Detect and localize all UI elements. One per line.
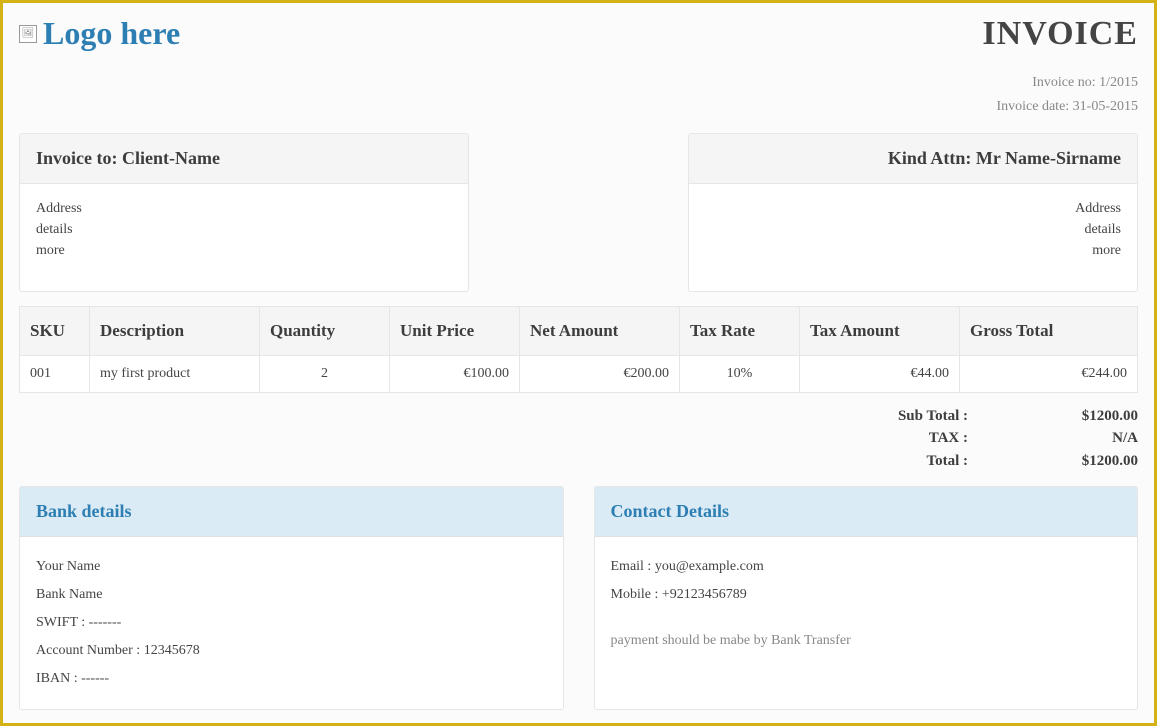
col-sku: SKU <box>20 306 90 355</box>
invoice-to-line: details <box>36 219 452 240</box>
tax-label: TAX : <box>848 427 968 450</box>
invoice-to-line: more <box>36 240 452 261</box>
contact-details-body: Email : you@example.com Mobile : +921234… <box>595 537 1138 671</box>
contact-email-line: Email : you@example.com <box>611 553 1122 581</box>
payment-note: payment should be mabe by Bank Transfer <box>611 627 1122 655</box>
bank-name-line: Your Name <box>36 553 547 581</box>
invoice-date: Invoice date: 31-05-2015 <box>19 95 1138 119</box>
cell-tax-amount: €44.00 <box>800 355 960 392</box>
invoice-to-line: Address <box>36 198 452 219</box>
header-row: 🖼 Logo here INVOICE <box>19 15 1138 53</box>
cell-sku: 001 <box>20 355 90 392</box>
kind-attn-card: Kind Attn: Mr Name-Sirname Address detai… <box>688 133 1138 292</box>
subtotal-value: $1200.00 <box>968 405 1138 428</box>
cell-gross-total: €244.00 <box>960 355 1138 392</box>
bank-institution-line: Bank Name <box>36 581 547 609</box>
invoice-title: INVOICE <box>982 15 1138 53</box>
cell-unit-price: €100.00 <box>390 355 520 392</box>
col-tax-amount: Tax Amount <box>800 306 960 355</box>
bank-details-card: Bank details Your Name Bank Name SWIFT :… <box>19 486 564 710</box>
kind-attn-body: Address details more <box>689 184 1137 291</box>
col-quantity: Quantity <box>260 306 390 355</box>
tax-value: N/A <box>968 427 1138 450</box>
logo-block: 🖼 Logo here <box>19 15 180 52</box>
totals-block: Sub Total : $1200.00 TAX : N/A Total : $… <box>19 405 1138 473</box>
kind-attn-line: more <box>705 240 1121 261</box>
invoice-meta: Invoice no: 1/2015 Invoice date: 31-05-2… <box>19 71 1138 119</box>
bank-swift-line: SWIFT : ------- <box>36 609 547 637</box>
bank-details-header: Bank details <box>20 487 563 537</box>
bank-iban-line: IBAN : ------ <box>36 665 547 693</box>
subtotal-label: Sub Total : <box>848 405 968 428</box>
col-description: Description <box>90 306 260 355</box>
cell-quantity: 2 <box>260 355 390 392</box>
col-net-amount: Net Amount <box>520 306 680 355</box>
invoice-number: Invoice no: 1/2015 <box>19 71 1138 95</box>
broken-image-icon: 🖼 <box>19 25 37 43</box>
cell-tax-rate: 10% <box>680 355 800 392</box>
table-row: 001 my first product 2 €100.00 €200.00 1… <box>20 355 1138 392</box>
cell-net-amount: €200.00 <box>520 355 680 392</box>
details-row: Bank details Your Name Bank Name SWIFT :… <box>19 486 1138 710</box>
contact-mobile-line: Mobile : +92123456789 <box>611 581 1122 609</box>
items-table: SKU Description Quantity Unit Price Net … <box>19 306 1138 393</box>
kind-attn-header: Kind Attn: Mr Name-Sirname <box>689 134 1137 184</box>
bank-details-body: Your Name Bank Name SWIFT : ------- Acco… <box>20 537 563 709</box>
parties-row: Invoice to: Client-Name Address details … <box>19 133 1138 292</box>
col-unit-price: Unit Price <box>390 306 520 355</box>
total-label: Total : <box>848 450 968 473</box>
invoice-to-card: Invoice to: Client-Name Address details … <box>19 133 469 292</box>
total-value: $1200.00 <box>968 450 1138 473</box>
bank-account-line: Account Number : 12345678 <box>36 637 547 665</box>
invoice-to-header: Invoice to: Client-Name <box>20 134 468 184</box>
kind-attn-line: details <box>705 219 1121 240</box>
contact-details-header: Contact Details <box>595 487 1138 537</box>
col-tax-rate: Tax Rate <box>680 306 800 355</box>
cell-description: my first product <box>90 355 260 392</box>
col-gross-total: Gross Total <box>960 306 1138 355</box>
invoice-to-body: Address details more <box>20 184 468 291</box>
contact-details-card: Contact Details Email : you@example.com … <box>594 486 1139 710</box>
logo-text: Logo here <box>43 15 180 52</box>
table-header-row: SKU Description Quantity Unit Price Net … <box>20 306 1138 355</box>
kind-attn-line: Address <box>705 198 1121 219</box>
